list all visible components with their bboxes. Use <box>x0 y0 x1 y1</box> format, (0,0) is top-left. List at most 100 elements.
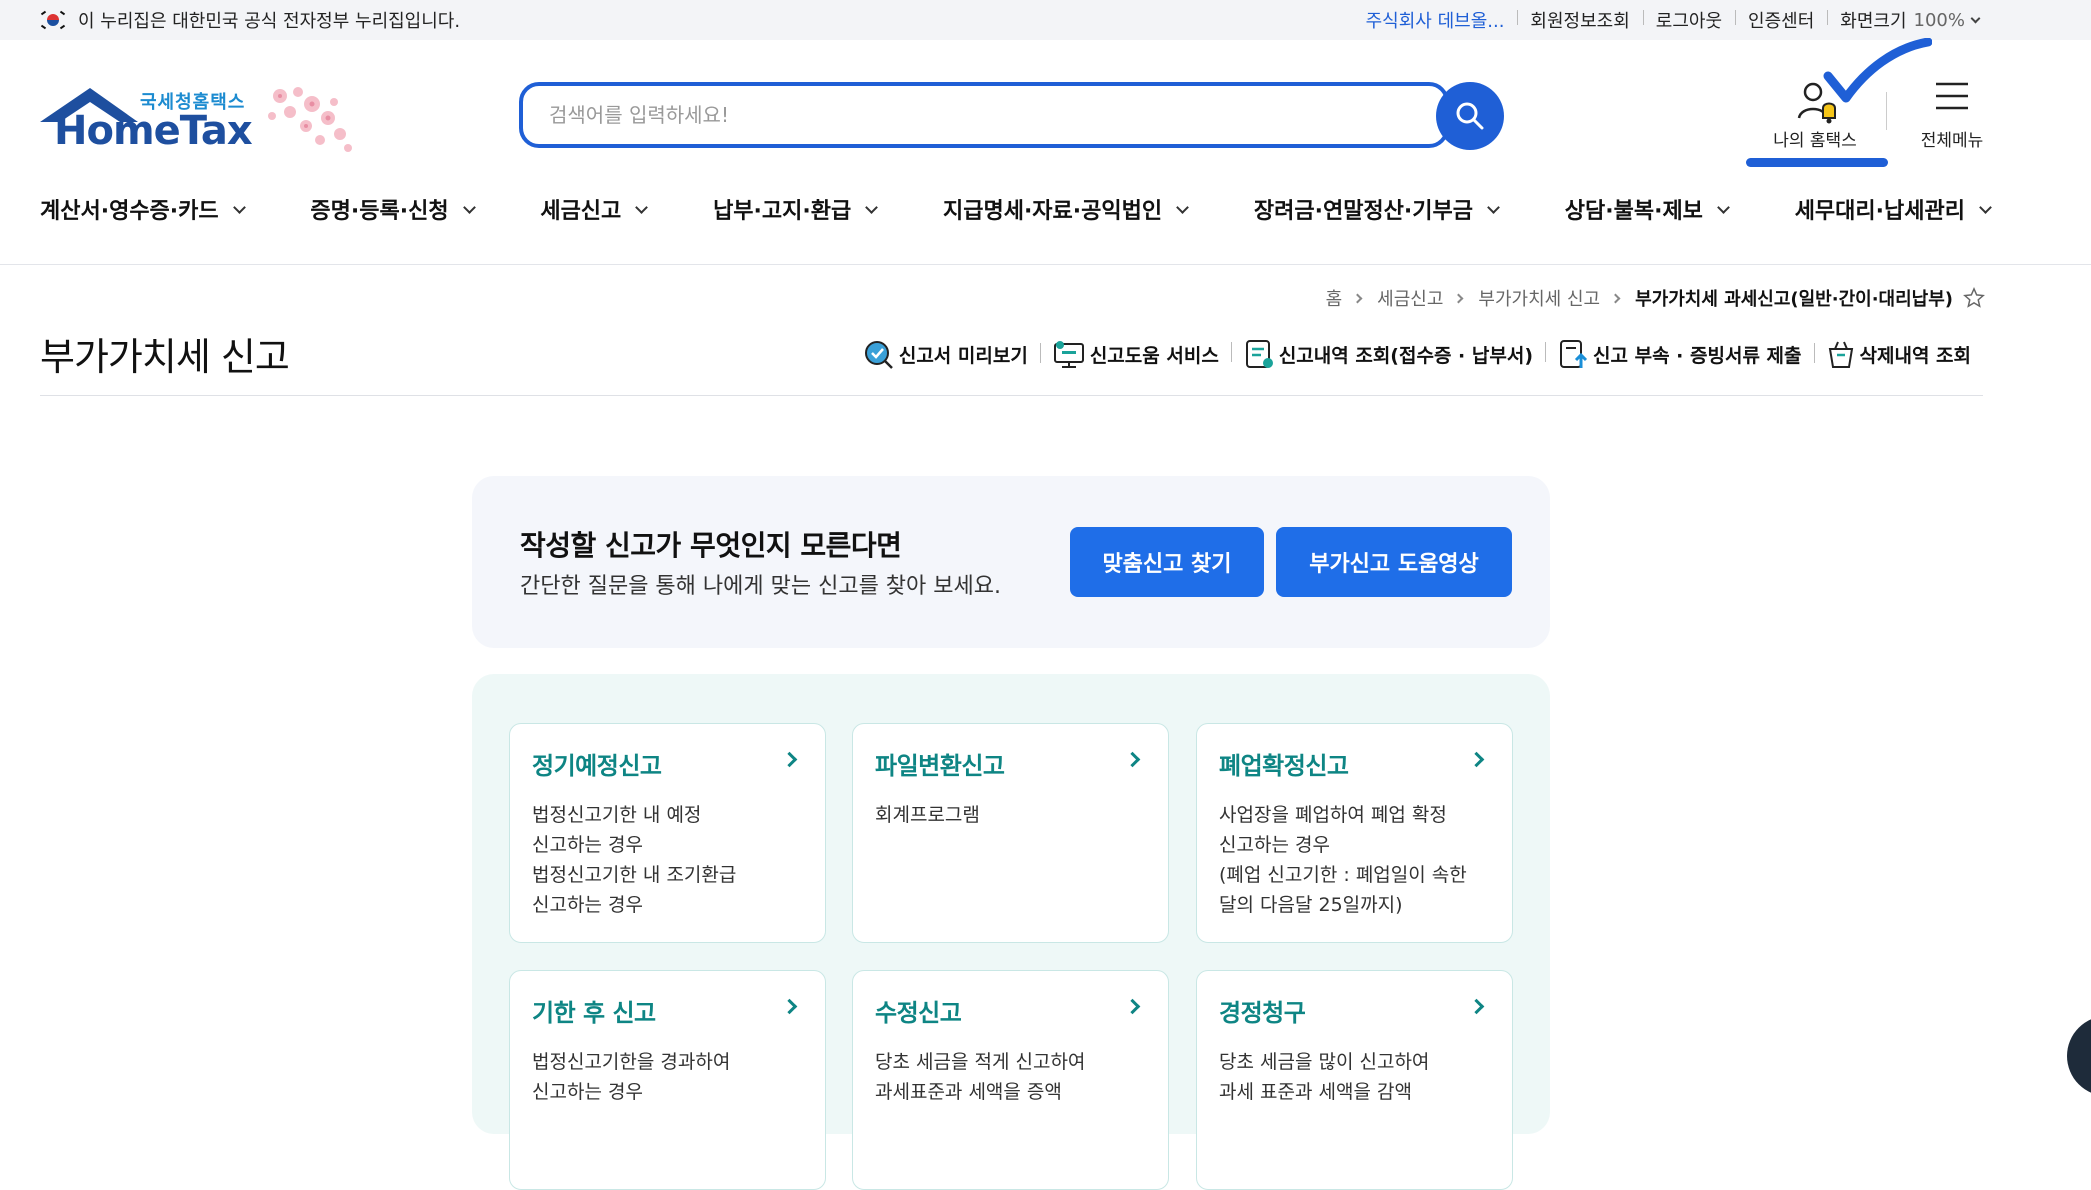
chevron-right-icon <box>1453 293 1464 303</box>
guide-text: 간단한 질문을 통해 나에게 맞는 신고를 찾아 보세요. <box>520 574 1001 599</box>
floating-chat-button[interactable] <box>2067 1016 2091 1096</box>
card-title: 수정신고 <box>875 999 962 1027</box>
card-description: 법정신고기한 내 예정 신고하는 경우 법정신고기한 내 조기환급 신고하는 경… <box>532 800 736 920</box>
guide-panel: 작성할 신고가 무엇인지 모른다면 간단한 질문을 통해 나에게 맞는 신고를 … <box>472 476 1550 648</box>
card-line: 당초 세금을 적게 신고하여 <box>875 1051 1086 1073</box>
card-line: 법정신고기한 내 예정 <box>532 804 702 826</box>
zoom-label: 화면크기 <box>1827 7 1919 33</box>
card-refund-claim[interactable]: 경정청구 당초 세금을 많이 신고하여 과세 표준과 세액을 감액 <box>1196 970 1513 1190</box>
chevron-right-icon <box>1124 751 1141 768</box>
gnb-item-tax-return[interactable]: 세금신고 <box>540 190 649 228</box>
search-button[interactable] <box>1436 82 1504 150</box>
cherry-blossom-icon <box>268 87 352 152</box>
title-divider <box>40 395 1983 396</box>
chevron-down-icon <box>1970 13 1981 23</box>
chevron-right-icon <box>1610 293 1621 303</box>
card-file-conversion[interactable]: 파일변환신고 회계프로그램 <box>852 723 1169 943</box>
gnb-item-agent[interactable]: 세무대리·납세관리 <box>1795 190 1992 228</box>
chevron-right-icon <box>1124 998 1141 1015</box>
chevron-down-icon <box>1176 200 1189 214</box>
gnb-item-certificate[interactable]: 증명·등록·신청 <box>310 190 476 228</box>
all-menu-button[interactable]: 전체메뉴 <box>1912 80 1992 151</box>
my-hometax-highlight <box>1746 158 1888 167</box>
search-icon <box>1456 102 1484 130</box>
card-line: 신고하는 경우 <box>532 1081 643 1103</box>
quick-label: 신고내역 조회(접수증 · 납부서) <box>1278 344 1534 367</box>
member-info-link[interactable]: 회원정보조회 <box>1517 7 1642 33</box>
card-line: 법정신고기한을 경과하여 <box>532 1051 731 1073</box>
chevron-right-icon <box>781 998 798 1015</box>
card-line: 과세표준과 세액을 증액 <box>875 1081 1062 1103</box>
header-divider <box>1886 92 1887 130</box>
gnb-label: 납부·고지·환급 <box>713 199 852 224</box>
chevron-right-icon <box>1352 293 1363 303</box>
return-type-panel: 정기예정신고 법정신고기한 내 예정 신고하는 경우 법정신고기한 내 조기환급… <box>472 674 1550 1190</box>
card-amended-return[interactable]: 수정신고 당초 세금을 적게 신고하여 과세표준과 세액을 증액 <box>852 970 1169 1190</box>
breadcrumb: 홈 세금신고 부가가치세 신고 부가가치세 과세신고(일반·간이·대리납부) <box>1326 284 1985 312</box>
zoom-value: 100% <box>1913 9 1965 31</box>
search-input[interactable] <box>523 86 1403 144</box>
breadcrumb-vat[interactable]: 부가가치세 신고 <box>1478 285 1600 311</box>
card-regular-preliminary[interactable]: 정기예정신고 법정신고기한 내 예정 신고하는 경우 법정신고기한 내 조기환급… <box>509 723 826 943</box>
logo-wordmark: HomeTax <box>54 108 253 154</box>
magnifier-check-icon <box>864 341 893 369</box>
gov-banner: 이 누리집은 대한민국 공식 전자정부 누리집입니다. 주식회사 데브올... … <box>0 0 2091 40</box>
gnb-label: 지급명세·자료·공익법인 <box>942 199 1163 224</box>
logout-link[interactable]: 로그아웃 <box>1642 7 1735 33</box>
document-upload-icon <box>1560 340 1588 368</box>
quick-history[interactable]: 신고내역 조회(접수증 · 납부서) <box>1230 338 1545 370</box>
document-list-icon <box>1245 340 1273 368</box>
quick-label: 신고 부속 · 증빙서류 제출 <box>1593 344 1802 367</box>
gov-notice-text: 이 누리집은 대한민국 공식 전자정부 누리집입니다. <box>78 11 461 32</box>
card-title: 정기예정신고 <box>532 752 662 780</box>
breadcrumb-home[interactable]: 홈 <box>1326 285 1343 311</box>
chevron-right-icon <box>1468 998 1485 1015</box>
quick-attachment-submit[interactable]: 신고 부속 · 증빙서류 제출 <box>1545 338 1813 370</box>
gnb-item-incentive[interactable]: 장려금·연말정산·기부금 <box>1253 190 1500 228</box>
chevron-down-icon <box>462 200 476 214</box>
quick-deleted-history[interactable]: 삭제내역 조회 <box>1813 339 1984 369</box>
quick-label: 삭제내역 조회 <box>1859 344 1972 367</box>
cert-center-link[interactable]: 인증센터 <box>1735 7 1827 33</box>
card-line: 신고하는 경우 <box>532 894 643 916</box>
chevron-down-icon <box>1487 200 1500 214</box>
card-late-return[interactable]: 기한 후 신고 법정신고기한을 경과하여 신고하는 경우 <box>509 970 826 1190</box>
card-description: 당초 세금을 적게 신고하여 과세표준과 세액을 증액 <box>875 1047 1085 1107</box>
quick-label: 신고서 미리보기 <box>898 344 1028 367</box>
card-line: 신고하는 경우 <box>532 834 643 856</box>
quick-help-service[interactable]: 신고도움 서비스 <box>1039 339 1231 369</box>
gnb-label: 장려금·연말정산·기부금 <box>1253 199 1473 224</box>
gnb-item-statement[interactable]: 지급명세·자료·공익법인 <box>942 190 1189 228</box>
gov-notice: 이 누리집은 대한민국 공식 전자정부 누리집입니다. <box>40 0 460 40</box>
gnb-label: 증명·등록·신청 <box>310 199 449 224</box>
card-description: 사업장을 폐업하여 폐업 확정 신고하는 경우 (폐업 신고기한 : 폐업일이 … <box>1219 800 1467 920</box>
gnb-label: 계산서·영수증·카드 <box>40 199 219 224</box>
gnb-item-consult[interactable]: 상담·불복·제보 <box>1565 190 1730 228</box>
hometax-logo[interactable]: 국세청홈택스 HomeTax <box>40 82 360 158</box>
card-closure-final[interactable]: 폐업확정신고 사업장을 폐업하여 폐업 확정 신고하는 경우 (폐업 신고기한 … <box>1196 723 1513 943</box>
nav-divider <box>0 264 2091 265</box>
chevron-down-icon <box>1717 200 1730 214</box>
my-hometax-label: 나의 홈택스 <box>1773 131 1857 151</box>
vat-help-video-button[interactable]: 부가신고 도움영상 <box>1276 527 1512 597</box>
chevron-right-icon <box>781 751 798 768</box>
gnb-item-invoice[interactable]: 계산서·영수증·카드 <box>40 190 246 228</box>
zoom-select[interactable]: 100% <box>1913 9 1981 31</box>
main-navigation: 계산서·영수증·카드 증명·등록·신청 세금신고 납부·고지·환급 지급명세·자… <box>40 190 1992 228</box>
breadcrumb-tax-return[interactable]: 세금신고 <box>1377 285 1443 311</box>
page-title: 부가가치세 신고 <box>40 335 290 379</box>
quick-links: 신고서 미리보기 신고도움 서비스 신고내역 조회(접수증 · 납부서) 신고 … <box>851 338 1983 370</box>
find-custom-return-button[interactable]: 맞춤신고 찾기 <box>1070 527 1264 597</box>
company-name-link[interactable]: 주식회사 데브올... <box>1353 7 1518 33</box>
card-line: 달의 다음달 25일까지) <box>1219 894 1403 916</box>
gnb-item-payment[interactable]: 납부·고지·환급 <box>713 190 879 228</box>
card-title: 파일변환신고 <box>875 752 1005 780</box>
card-line: (폐업 신고기한 : 폐업일이 속한 <box>1219 864 1467 886</box>
quick-preview[interactable]: 신고서 미리보기 <box>851 339 1040 369</box>
card-description: 회계프로그램 <box>875 800 980 830</box>
card-line: 사업장을 폐업하여 폐업 확정 <box>1219 804 1447 826</box>
utility-links: 주식회사 데브올... 회원정보조회 로그아웃 인증센터 화면크기 100% <box>1353 0 1981 40</box>
card-line: 신고하는 경우 <box>1219 834 1330 856</box>
korean-flag-icon <box>40 10 66 30</box>
favorite-star-icon[interactable] <box>1963 287 1985 309</box>
